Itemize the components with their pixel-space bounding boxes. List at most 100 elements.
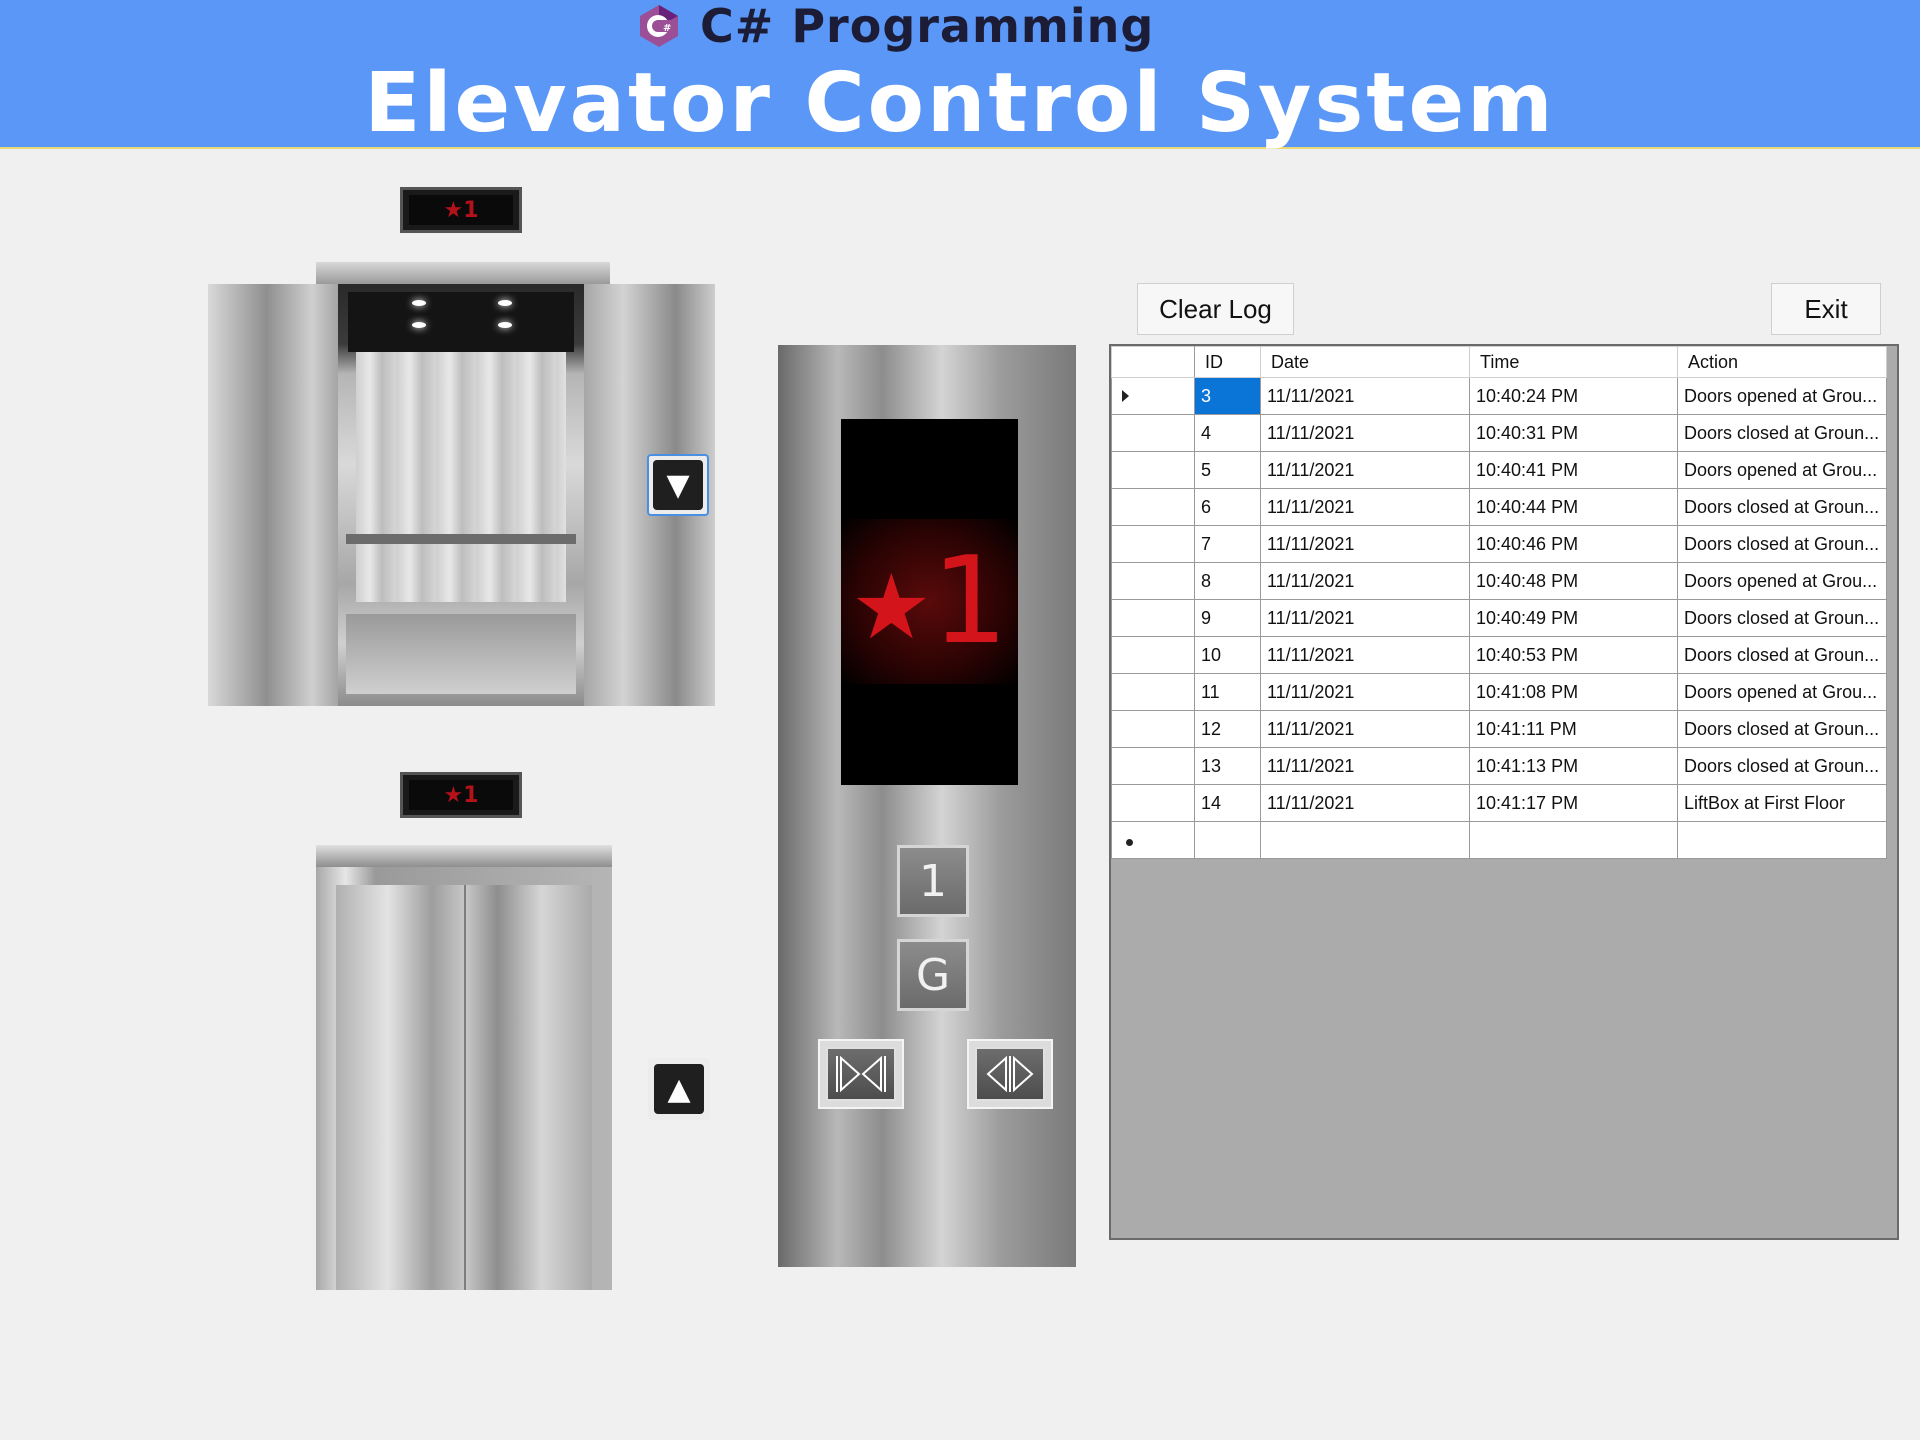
table-row[interactable]: 3 11/11/2021 10:40:24 PM Doors opened at Gr… (1111, 377, 1887, 415)
cell-time[interactable]: 10:40:48 PM (1469, 562, 1678, 600)
cell-id[interactable]: 5 (1194, 451, 1261, 489)
cell-id[interactable]: 12 (1194, 710, 1261, 748)
cell-id[interactable]: 6 (1194, 488, 1261, 526)
row-header[interactable] (1111, 747, 1195, 785)
open-doors-button[interactable] (967, 1039, 1053, 1109)
panel-display-readout: ★ 1 (841, 519, 1018, 684)
cell-date[interactable]: 11/11/2021 (1260, 525, 1470, 563)
cell-action[interactable]: Doors closed at Groun... (1677, 525, 1887, 563)
cell-date[interactable]: 11/11/2021 (1260, 784, 1470, 822)
elevator2-left-door (336, 885, 464, 1290)
cell-date[interactable]: 11/11/2021 (1260, 488, 1470, 526)
row-header[interactable] (1111, 784, 1195, 822)
elevator1-indicator-text: ★1 (409, 195, 513, 225)
cell-time[interactable]: 10:40:44 PM (1469, 488, 1678, 526)
cell-date[interactable]: 11/11/2021 (1260, 636, 1470, 674)
row-header[interactable] (1111, 525, 1195, 563)
cell-time[interactable]: 10:41:11 PM (1469, 710, 1678, 748)
cell-action[interactable]: Doors opened at Grou... (1677, 562, 1887, 600)
close-doors-button[interactable] (818, 1039, 904, 1109)
cell-action[interactable]: Doors closed at Groun... (1677, 636, 1887, 674)
cell-id[interactable]: 7 (1194, 525, 1261, 563)
cell-action[interactable]: Doors closed at Groun... (1677, 747, 1887, 785)
table-row[interactable]: 9 11/11/2021 10:40:49 PM Doors closed at Gr… (1111, 599, 1887, 637)
cell-action[interactable]: Doors opened at Grou... (1677, 377, 1887, 415)
cell-time[interactable]: 10:40:41 PM (1469, 451, 1678, 489)
cell-date[interactable]: 11/11/2021 (1260, 673, 1470, 711)
elevator1-open-doors (208, 262, 715, 706)
cell-id[interactable]: 3 (1194, 377, 1261, 415)
row-header[interactable] (1111, 673, 1195, 711)
floor-1-button[interactable]: 1 (897, 845, 969, 917)
cell-time[interactable]: 10:41:08 PM (1469, 673, 1678, 711)
row-header[interactable] (1111, 821, 1195, 859)
cell-time[interactable]: 10:40:31 PM (1469, 414, 1678, 452)
floor-ground-button[interactable]: G (897, 939, 969, 1011)
table-row[interactable]: 6 11/11/2021 10:40:44 PM Doors closed at Gr… (1111, 488, 1887, 526)
cell-date[interactable]: 11/11/2021 (1260, 451, 1470, 489)
cell-id[interactable]: 13 (1194, 747, 1261, 785)
column-header-date[interactable]: Date (1260, 346, 1470, 378)
call-up-button[interactable]: ▲ (648, 1058, 710, 1120)
cell-date[interactable]: 11/11/2021 (1260, 377, 1470, 415)
column-header-id[interactable]: ID (1194, 346, 1261, 378)
table-row[interactable]: 10 11/11/2021 10:40:53 PM Doors closed at G… (1111, 636, 1887, 674)
table-row[interactable]: 4 11/11/2021 10:40:31 PM Doors closed at Gr… (1111, 414, 1887, 452)
cell-action[interactable]: Doors opened at Grou... (1677, 451, 1887, 489)
table-row[interactable]: 13 11/11/2021 10:41:13 PM Doors closed at G… (1111, 747, 1887, 785)
cell-action[interactable]: Doors opened at Grou... (1677, 673, 1887, 711)
cell-time[interactable]: 10:40:53 PM (1469, 636, 1678, 674)
star-icon: ★ (850, 554, 932, 660)
column-header-time[interactable]: Time (1469, 346, 1678, 378)
table-row[interactable]: 5 11/11/2021 10:40:41 PM Doors opened at Gr… (1111, 451, 1887, 489)
cell-action[interactable]: Doors closed at Groun... (1677, 599, 1887, 637)
cabin-floor (346, 614, 576, 694)
log-grid[interactable]: ID Date Time Action 3 11/11/2021 10:40:24 … (1109, 344, 1899, 1240)
row-header[interactable] (1111, 562, 1195, 600)
new-row[interactable] (1111, 821, 1887, 859)
cell-time[interactable]: 10:40:49 PM (1469, 599, 1678, 637)
new-row-cell[interactable] (1469, 821, 1678, 859)
cell-action[interactable]: Doors closed at Groun... (1677, 488, 1887, 526)
cell-action[interactable]: Doors closed at Groun... (1677, 710, 1887, 748)
cell-time[interactable]: 10:41:17 PM (1469, 784, 1678, 822)
cell-time[interactable]: 10:40:46 PM (1469, 525, 1678, 563)
cell-action[interactable]: Doors closed at Groun... (1677, 414, 1887, 452)
exit-button[interactable]: Exit (1771, 283, 1881, 335)
row-header[interactable] (1111, 636, 1195, 674)
row-header[interactable] (1111, 414, 1195, 452)
cell-time[interactable]: 10:41:13 PM (1469, 747, 1678, 785)
call-down-button[interactable]: ▼ (647, 454, 709, 516)
row-header[interactable] (1111, 488, 1195, 526)
table-row[interactable]: 7 11/11/2021 10:40:46 PM Doors closed at Gr… (1111, 525, 1887, 563)
cell-id[interactable]: 4 (1194, 414, 1261, 452)
new-row-cell[interactable] (1194, 821, 1261, 859)
cell-id[interactable]: 10 (1194, 636, 1261, 674)
cell-date[interactable]: 11/11/2021 (1260, 562, 1470, 600)
cell-id[interactable]: 11 (1194, 673, 1261, 711)
table-row[interactable]: 12 11/11/2021 10:41:11 PM Doors closed at G… (1111, 710, 1887, 748)
table-row[interactable]: 14 11/11/2021 10:41:17 PM LiftBox at First … (1111, 784, 1887, 822)
cell-id[interactable]: 9 (1194, 599, 1261, 637)
ceiling-light (498, 322, 512, 328)
cell-date[interactable]: 11/11/2021 (1260, 747, 1470, 785)
cell-time[interactable]: 10:40:24 PM (1469, 377, 1678, 415)
cell-action[interactable]: LiftBox at First Floor (1677, 784, 1887, 822)
row-header[interactable] (1111, 451, 1195, 489)
table-row[interactable]: 8 11/11/2021 10:40:48 PM Doors opened at Gr… (1111, 562, 1887, 600)
cell-id[interactable]: 14 (1194, 784, 1261, 822)
clear-log-button[interactable]: Clear Log (1137, 283, 1294, 335)
new-row-cell[interactable] (1677, 821, 1887, 859)
arrow-down-icon: ▼ (653, 460, 703, 510)
cell-id[interactable]: 8 (1194, 562, 1261, 600)
row-header[interactable] (1111, 599, 1195, 637)
cell-date[interactable]: 11/11/2021 (1260, 599, 1470, 637)
table-row[interactable]: 11 11/11/2021 10:41:08 PM Doors opened at G… (1111, 673, 1887, 711)
row-header[interactable] (1111, 377, 1195, 415)
cell-date[interactable]: 11/11/2021 (1260, 710, 1470, 748)
cell-date[interactable]: 11/11/2021 (1260, 414, 1470, 452)
row-header[interactable] (1111, 710, 1195, 748)
column-header-action[interactable]: Action (1677, 346, 1887, 378)
new-row-cell[interactable] (1260, 821, 1470, 859)
ceiling-light (412, 322, 426, 328)
